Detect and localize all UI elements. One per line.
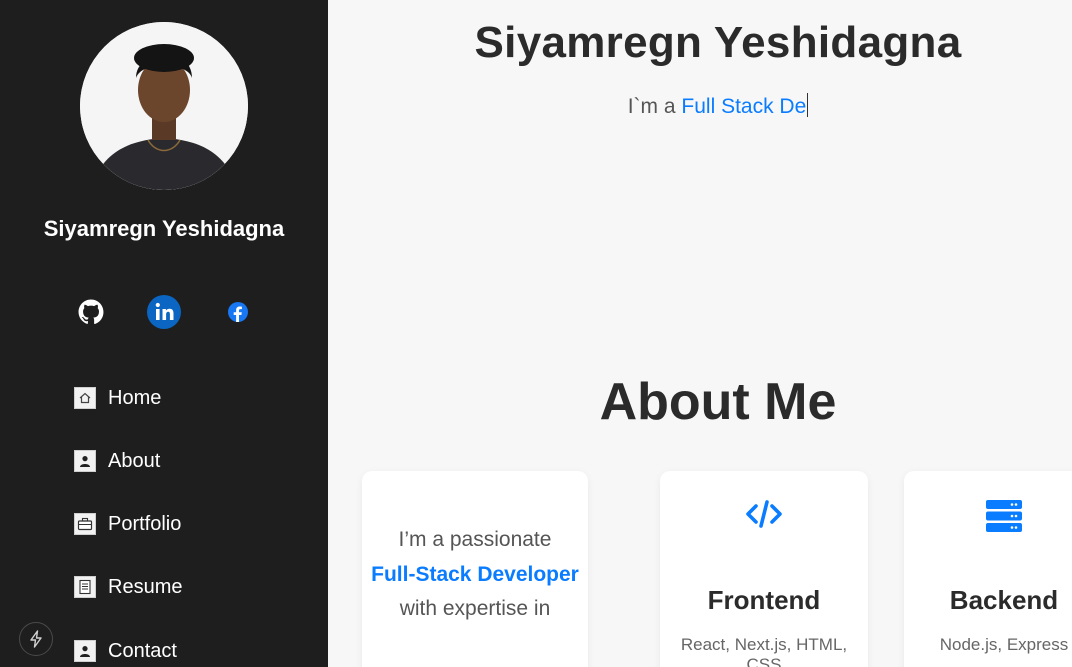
nav-item-contact[interactable]: Contact <box>74 636 177 666</box>
linkedin-link[interactable] <box>146 294 182 330</box>
about-intro-text: I’m a passionate Full-Stack Developer wi… <box>362 523 588 627</box>
nav-label: About <box>108 449 161 472</box>
home-icon <box>74 387 96 409</box>
github-icon <box>78 299 104 324</box>
text-cursor <box>807 93 809 117</box>
about-title: About Me <box>599 373 837 431</box>
typed-prefix: I`m a <box>627 95 682 118</box>
document-icon <box>74 576 96 598</box>
frontend-title: Frontend <box>707 585 821 615</box>
backend-text: Node.js, Express <box>939 635 1069 654</box>
frontend-card: Frontend React, Next.js, HTML, CSS <box>660 471 868 667</box>
nav-item-home[interactable]: Home <box>74 383 161 413</box>
user-icon <box>74 450 96 472</box>
nav-item-portfolio[interactable]: Portfolio <box>74 509 181 539</box>
sidebar-name: Siyamregn Yeshidagna <box>43 216 285 241</box>
intro-before: I’m a passionate <box>398 528 552 551</box>
nav-label: Resume <box>108 575 183 598</box>
nav-item-resume[interactable]: Resume <box>74 572 182 602</box>
linkedin-icon <box>147 295 181 329</box>
nav-label: Home <box>108 386 162 409</box>
profile-avatar <box>80 22 248 190</box>
nav-label: Portfolio <box>108 512 182 535</box>
facebook-link[interactable] <box>226 294 250 330</box>
typed-tagline: I`m a Full Stack De <box>328 93 1072 119</box>
intro-after: with expertise in <box>399 597 551 620</box>
lightning-icon <box>30 630 42 648</box>
about-intro-card: I’m a passionate Full-Stack Developer wi… <box>362 471 588 667</box>
contact-icon <box>74 640 96 662</box>
github-link[interactable] <box>76 294 106 330</box>
code-icon <box>746 500 782 528</box>
lightning-button[interactable] <box>19 622 53 656</box>
server-icon <box>986 500 1022 532</box>
hero-title: Siyamregn Yeshidagna <box>474 18 962 67</box>
briefcase-icon <box>74 513 96 535</box>
facebook-icon <box>228 302 248 322</box>
sidebar: Siyamregn Yeshidagna Home About Portfoli… <box>0 0 328 667</box>
backend-card: Backend Node.js, Express <box>904 471 1072 667</box>
social-links <box>0 294 328 330</box>
frontend-text: React, Next.js, HTML, CSS <box>680 635 848 667</box>
typed-text: Full Stack De <box>681 95 807 118</box>
profile-photo <box>80 22 248 190</box>
backend-title: Backend <box>949 585 1059 615</box>
nav-label: Contact <box>108 639 177 662</box>
main-content: Siyamregn Yeshidagna I`m a Full Stack De… <box>328 0 1072 667</box>
intro-highlight: Full-Stack Developer <box>371 562 579 586</box>
nav-item-about[interactable]: About <box>74 446 160 476</box>
